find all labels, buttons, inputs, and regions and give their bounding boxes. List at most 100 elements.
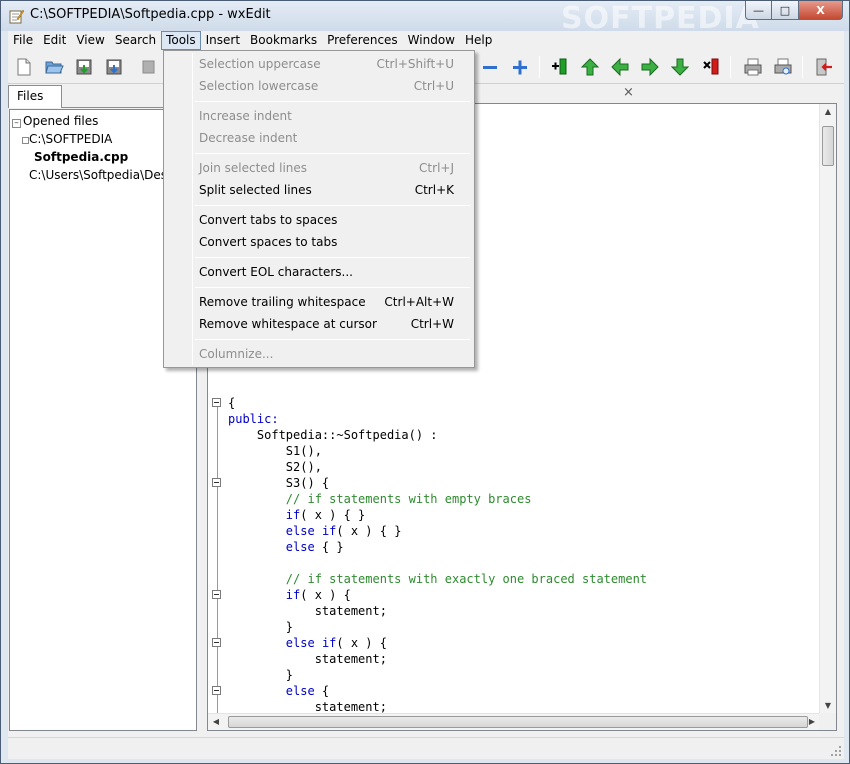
menu-item-columnize[interactable]: Columnize... (166, 343, 472, 365)
zoom-out-button[interactable] (478, 55, 502, 79)
menu-file[interactable]: File (8, 31, 38, 50)
code-line[interactable]: // if statements with empty braces (228, 491, 532, 507)
new-file-button[interactable] (12, 55, 36, 79)
menu-search[interactable]: Search (110, 31, 161, 50)
zoom-in-icon (513, 60, 527, 75)
first-bookmark-button[interactable] (578, 55, 602, 79)
menu-help[interactable]: Help (460, 31, 497, 50)
maximize-button[interactable]: □ (772, 1, 799, 20)
menu-item-remove-whitespace-cursor[interactable]: Remove whitespace at cursor Ctrl+W (166, 313, 472, 335)
menu-insert[interactable]: Insert (201, 31, 245, 50)
vertical-scrollbar[interactable]: ▲ ▼ (819, 104, 836, 714)
fold-toggle-icon[interactable] (212, 590, 221, 599)
menu-bookmarks[interactable]: Bookmarks (245, 31, 322, 50)
tree-folder[interactable]: C:\SOFTPEDIA (29, 130, 112, 148)
menu-tools[interactable]: Tools (161, 31, 201, 50)
save-button[interactable] (72, 55, 96, 79)
scroll-right-icon[interactable]: ▶ (804, 714, 820, 730)
menu-view[interactable]: View (71, 31, 109, 50)
app-icon (9, 9, 24, 24)
tree-file[interactable]: Softpedia.cpp (34, 148, 128, 166)
menu-item-join-lines[interactable]: Join selected lines Ctrl+J (166, 157, 472, 179)
code-line[interactable]: } (228, 619, 293, 635)
code-line[interactable]: else if( x ) { } (228, 523, 402, 539)
minimize-button[interactable]: — (745, 1, 772, 20)
menu-item-increase-indent[interactable]: Increase indent (166, 105, 472, 127)
toggle-bookmark-icon (552, 58, 567, 75)
code-line[interactable]: if( x ) { } (228, 507, 365, 523)
previous-bookmark-button[interactable] (608, 55, 632, 79)
scroll-left-icon[interactable]: ◀ (208, 714, 224, 730)
code-line[interactable]: S3() { (228, 475, 329, 491)
code-line[interactable]: Softpedia::~Softpedia() : (228, 427, 438, 443)
menu-item-label: Columnize... (199, 347, 274, 361)
maximize-icon: □ (779, 3, 791, 17)
clear-bookmarks-button[interactable] (700, 55, 724, 79)
code-line[interactable]: if( x ) { (228, 587, 351, 603)
menu-item-split-lines[interactable]: Split selected lines Ctrl+K (166, 179, 472, 201)
code-line[interactable]: public: (228, 411, 279, 427)
menu-item-convert-eol[interactable]: Convert EOL characters... (166, 261, 472, 283)
code-line[interactable]: // if statements with exactly one braced… (228, 571, 647, 587)
exit-icon (816, 58, 832, 76)
open-file-button[interactable] (42, 55, 66, 79)
code-line[interactable]: S1(), (228, 443, 322, 459)
menu-item-label: Split selected lines (199, 183, 312, 197)
resize-grip-icon[interactable] (830, 745, 842, 757)
code-line[interactable]: statement; (228, 603, 387, 619)
code-line[interactable]: } (228, 667, 293, 683)
menu-window[interactable]: Window (403, 31, 460, 50)
menu-item-label: Remove trailing whitespace (199, 295, 366, 309)
code-line[interactable]: else { (228, 683, 329, 699)
menu-edit[interactable]: Edit (38, 31, 71, 50)
horizontal-scrollbar[interactable]: ◀ ▶ (208, 713, 820, 730)
print-preview-icon (774, 58, 792, 75)
previous-bookmark-icon (611, 57, 629, 77)
code-line[interactable]: statement; (228, 651, 387, 667)
menu-preferences[interactable]: Preferences (322, 31, 403, 50)
fold-toggle-icon[interactable] (212, 398, 221, 407)
menu-item-decrease-indent[interactable]: Decrease indent (166, 127, 472, 149)
vertical-scroll-thumb[interactable] (822, 126, 834, 166)
menu-item-shortcut: Ctrl+J (419, 161, 454, 175)
menu-item-label: Convert EOL characters... (199, 265, 353, 279)
zoom-in-button[interactable] (508, 55, 532, 79)
fold-toggle-icon[interactable] (212, 638, 221, 647)
editor-close-button[interactable]: × (623, 85, 643, 103)
close-file-icon (142, 60, 155, 74)
menu-item-remove-trailing-whitespace[interactable]: Remove trailing whitespace Ctrl+Alt+W (166, 291, 472, 313)
code-line[interactable]: S2(), (228, 459, 322, 475)
tree-root[interactable]: Opened files (23, 112, 98, 130)
last-bookmark-button[interactable] (668, 55, 692, 79)
last-bookmark-icon (670, 58, 690, 76)
scroll-up-icon[interactable]: ▲ (820, 104, 836, 120)
close-button[interactable]: X (799, 1, 843, 20)
tab-files[interactable]: Files (8, 85, 62, 108)
menu-item-tabs-to-spaces[interactable]: Convert tabs to spaces (166, 209, 472, 231)
scroll-down-icon[interactable]: ▼ (820, 698, 836, 714)
print-button[interactable] (741, 55, 765, 79)
title-bar[interactable]: C:\SOFTPEDIA\Softpedia.cpp - wxEdit SOFT… (1, 1, 849, 36)
save-as-button[interactable] (102, 55, 126, 79)
fold-toggle-icon[interactable] (212, 478, 221, 487)
next-bookmark-button[interactable] (638, 55, 662, 79)
print-preview-button[interactable] (771, 55, 795, 79)
horizontal-scroll-thumb[interactable] (228, 716, 808, 728)
menu-bar: File Edit View Search Tools Insert Bookm… (8, 31, 844, 50)
code-line[interactable]: else { } (228, 539, 344, 555)
zoom-out-icon (483, 66, 497, 69)
code-line[interactable]: else if( x ) { (228, 635, 387, 651)
menu-item-selection-lowercase[interactable]: Selection lowercase Ctrl+U (166, 75, 472, 97)
minimize-icon: — (753, 3, 764, 17)
close-file-button[interactable] (136, 55, 160, 79)
fold-toggle-icon[interactable] (212, 686, 221, 695)
menu-separator (195, 339, 470, 340)
code-line[interactable]: { (228, 395, 235, 411)
menu-item-spaces-to-tabs[interactable]: Convert spaces to tabs (166, 231, 472, 253)
exit-button[interactable] (812, 55, 836, 79)
tree-expander[interactable] (22, 137, 29, 144)
menu-item-label: Selection uppercase (199, 57, 321, 71)
tree-expander[interactable]: – (12, 119, 21, 128)
toggle-bookmark-button[interactable] (548, 55, 572, 79)
menu-item-selection-uppercase[interactable]: Selection uppercase Ctrl+Shift+U (166, 53, 472, 75)
